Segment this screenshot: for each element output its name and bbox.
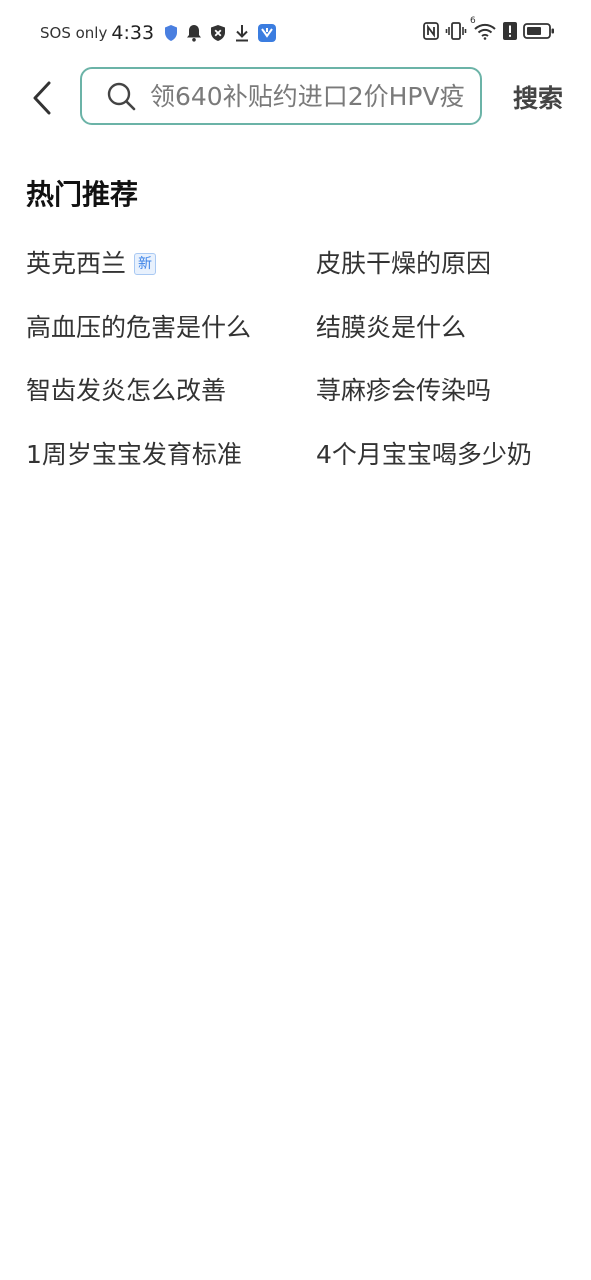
vibrate-icon	[445, 22, 467, 44]
status-bar-left: SOS only 4:33	[40, 20, 284, 46]
battery-icon	[523, 22, 555, 44]
chevron-left-icon	[33, 81, 51, 115]
block-icon	[210, 24, 226, 42]
hot-item[interactable]: 高血压的危害是什么	[26, 310, 251, 346]
hot-item[interactable]: 皮肤干燥的原因	[316, 246, 491, 282]
search-button[interactable]: 搜索	[500, 76, 576, 118]
hot-item-label: 高血压的危害是什么	[26, 313, 252, 342]
bell-icon	[186, 24, 202, 42]
nfc-icon	[423, 22, 439, 44]
clock-time: 4:33	[111, 22, 155, 44]
download-icon	[234, 24, 250, 42]
hot-item-label: 结膜炎是什么	[316, 313, 467, 342]
hot-item-label: 智齿发炎怎么改善	[26, 376, 227, 405]
search-icon	[107, 82, 136, 111]
hot-item-label: 皮肤干燥的原因	[316, 249, 492, 278]
status-bar-right: 6	[423, 16, 555, 46]
hot-item[interactable]: 智齿发炎怎么改善	[26, 373, 226, 409]
carrier-text: SOS only	[40, 24, 108, 42]
section-title-hot: 热门推荐	[26, 178, 139, 211]
hot-item-label: 英克西兰	[26, 249, 127, 278]
app-notification-icon	[258, 24, 277, 42]
back-button[interactable]	[24, 76, 60, 120]
hot-item-label: 1周岁宝宝发育标准	[26, 440, 242, 469]
shield-icon	[164, 24, 178, 42]
signal-alert-icon	[503, 22, 517, 44]
new-badge: 新	[134, 253, 157, 275]
search-box[interactable]	[80, 67, 482, 125]
hot-item[interactable]: 4个月宝宝喝多少奶	[316, 437, 532, 473]
hot-item[interactable]: 1周岁宝宝发育标准	[26, 437, 242, 473]
hot-item[interactable]: 荨麻疹会传染吗	[316, 373, 491, 409]
hot-item[interactable]: 结膜炎是什么	[316, 310, 466, 346]
hot-item-label: 荨麻疹会传染吗	[316, 376, 492, 405]
hot-item[interactable]: 英克西兰 新	[26, 246, 157, 282]
search-input[interactable]	[150, 81, 470, 111]
wifi-icon: 6	[470, 16, 497, 44]
hot-item-label: 4个月宝宝喝多少奶	[316, 440, 532, 469]
wifi-generation-label: 6	[470, 16, 476, 26]
status-bar: SOS only 4:33 6	[0, 0, 591, 64]
